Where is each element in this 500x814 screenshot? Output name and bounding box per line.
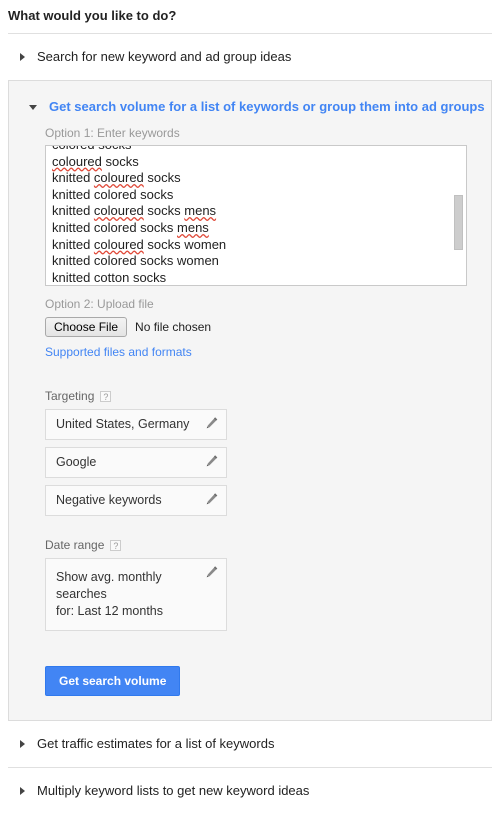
keyword-text-misspelled: coloured (93, 203, 144, 219)
keyword-line: coloured socks (52, 153, 139, 169)
get-search-volume-button[interactable]: Get search volume (45, 666, 181, 696)
file-upload-row: Choose File No file chosen (45, 316, 471, 338)
keyword-text: knitted colored socks (52, 186, 174, 202)
page-title: What would you like to do? (8, 8, 177, 23)
targeting-label: Targeting ? (45, 388, 471, 404)
accordion-item-label: Get traffic estimates for a list of keyw… (37, 736, 275, 751)
date-range-label: Date range ? (45, 537, 471, 553)
accordion-item-traffic-estimates[interactable]: Get traffic estimates for a list of keyw… (0, 721, 500, 767)
date-range-field[interactable]: Show avg. monthly searches for: Last 12 … (45, 558, 227, 631)
targeting-negative-keywords-value: Negative keywords (56, 493, 162, 507)
triangle-right-icon (20, 740, 25, 748)
targeting-label-text: Targeting (45, 389, 95, 403)
accordion-item-search-new-keyword-ideas[interactable]: Search for new keyword and ad group idea… (0, 34, 500, 80)
keyword-text-misspelled: mens (184, 203, 217, 219)
search-volume-panel: Get search volume for a list of keywords… (8, 80, 492, 721)
pencil-icon[interactable] (205, 454, 219, 468)
keyword-text: colored socks (52, 146, 131, 152)
triangle-down-icon (29, 104, 37, 110)
targeting-negative-keywords-field[interactable]: Negative keywords (45, 485, 227, 516)
option2-label: Option 2: Upload file (45, 297, 154, 311)
pencil-icon[interactable] (205, 416, 219, 430)
keyword-text: knitted colored socks women (52, 253, 219, 269)
targeting-locations-field[interactable]: United States, Germany (45, 409, 227, 440)
supported-files-link[interactable]: Supported files and formats (45, 344, 192, 360)
triangle-right-icon (20, 787, 25, 795)
date-range-label-text: Date range (45, 538, 105, 552)
accordion-item-label: Search for new keyword and ad group idea… (37, 49, 292, 64)
keyword-line: knitted cotton socks (52, 269, 460, 285)
keyword-text: knitted cotton socks (52, 269, 167, 285)
targeting-locations-value: United States, Germany (56, 417, 190, 431)
targeting-search-network-value: Google (56, 455, 97, 469)
choose-file-button[interactable]: Choose File (45, 317, 128, 337)
option1-label: Option 1: Enter keywords (45, 126, 180, 140)
accordion-item-multiply-keyword-lists[interactable]: Multiply keyword lists to get new keywor… (0, 768, 500, 814)
vertical-scrollbar[interactable] (452, 147, 465, 284)
keyword-line: colored socks (52, 146, 460, 154)
keyword-line: knitted colored socks mens (52, 219, 209, 235)
keyword-text-misspelled: coloured (93, 236, 144, 252)
pencil-icon[interactable] (205, 492, 219, 506)
keyword-line: knitted colored socks women (52, 253, 460, 270)
help-icon[interactable]: ? (110, 539, 122, 551)
keyword-line: knitted colored socks (52, 187, 460, 204)
accordion-item-label[interactable]: Get search volume for a list of keywords… (49, 99, 485, 115)
help-icon[interactable]: ? (100, 390, 112, 402)
keywords-text-content: colored socks coloured socks knitted col… (52, 146, 460, 285)
keyword-text-misspelled: coloured (93, 170, 144, 186)
accordion-item-label: Multiply keyword lists to get new keywor… (37, 783, 310, 798)
targeting-search-network-field[interactable]: Google (45, 447, 227, 478)
keyword-line: knitted coloured socks mens (52, 203, 217, 219)
panel-body: Option 1: Enter keywords colored socks c… (9, 125, 491, 720)
file-status-text: No file chosen (135, 320, 212, 334)
triangle-right-icon (20, 53, 25, 61)
keyword-text-misspelled: coloured (52, 153, 102, 169)
keyword-line: knitted coloured socks women (52, 236, 227, 252)
scrollbar-thumb[interactable] (454, 195, 463, 250)
accordion-item-get-search-volume[interactable]: Get search volume for a list of keywords… (9, 81, 491, 125)
keyword-text-misspelled: mens (177, 219, 209, 235)
pencil-icon[interactable] (205, 565, 219, 579)
date-range-value: Show avg. monthly searches for: Last 12 … (56, 570, 164, 618)
keyword-line: knitted coloured socks (52, 170, 181, 186)
keywords-textarea[interactable]: colored socks coloured socks knitted col… (45, 145, 467, 286)
